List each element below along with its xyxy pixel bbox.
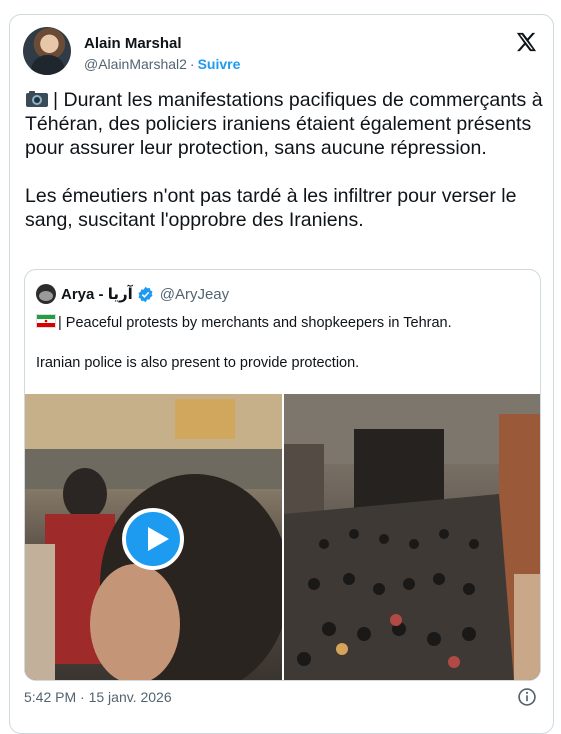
quoted-header: Arya - آریا @AryJeay xyxy=(36,284,229,304)
tweet-text: | Durant les manifestations pacifiques d… xyxy=(25,88,543,232)
quoted-author-name: Arya - آریا xyxy=(61,286,133,303)
verified-badge-icon xyxy=(138,286,153,302)
x-logo-icon[interactable] xyxy=(515,31,537,53)
follow-button[interactable]: Suivre xyxy=(198,56,241,72)
author-name[interactable]: Alain Marshal xyxy=(84,35,182,52)
play-button[interactable] xyxy=(122,508,184,570)
quoted-line-1: | Peaceful protests by merchants and sho… xyxy=(36,313,531,333)
tweet-card: Alain Marshal @AlainMarshal2 · Suivre | Du… xyxy=(9,14,554,734)
tweet-paragraph-1-text: | Durant les manifestations pacifiques d… xyxy=(25,89,543,159)
quoted-line-2: Iranian police is also present to provid… xyxy=(36,355,360,371)
tweet-paragraph-1: | Durant les manifestations pacifiques d… xyxy=(25,88,543,160)
crowd-scene xyxy=(284,394,540,680)
info-icon[interactable] xyxy=(517,687,537,707)
quoted-text: | Peaceful protests by merchants and sho… xyxy=(36,313,531,373)
video-thumbnail[interactable] xyxy=(25,394,282,680)
camera-icon xyxy=(26,91,48,107)
author-avatar[interactable] xyxy=(23,27,71,75)
iran-flag-icon xyxy=(36,314,56,328)
tweet-header: Alain Marshal @AlainMarshal2 · Suivre xyxy=(10,15,553,85)
crowd-photo[interactable] xyxy=(284,394,540,680)
quoted-author-handle: @AryJeay xyxy=(159,285,230,303)
quoted-line-1-text: | Peaceful protests by merchants and sho… xyxy=(58,315,452,331)
quoted-avatar xyxy=(36,284,56,304)
author-handle-row: @AlainMarshal2 · Suivre xyxy=(84,56,240,72)
quoted-tweet[interactable]: Arya - آریا @AryJeay | Peaceful protests… xyxy=(24,269,541,681)
tweet-timestamp[interactable]: 5:42 PM · 15 janv. 2026 xyxy=(24,689,172,705)
separator-dot: · xyxy=(189,56,195,72)
author-handle[interactable]: @AlainMarshal2 xyxy=(84,56,187,72)
tweet-paragraph-2: Les émeutiers n'ont pas tardé à les infi… xyxy=(25,185,517,231)
